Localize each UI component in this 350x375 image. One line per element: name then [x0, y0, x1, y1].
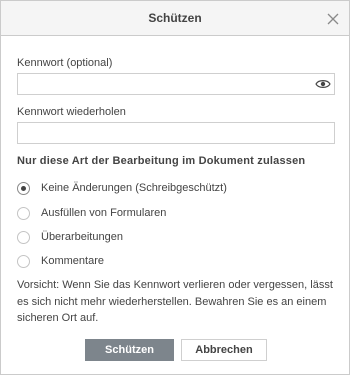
radio-label: Keine Änderungen (Schreibgeschützt) — [41, 182, 227, 194]
password-label: Kennwort (optional) — [17, 57, 113, 69]
radio-label: Überarbeitungen — [41, 231, 123, 243]
repeat-password-input[interactable] — [17, 122, 335, 144]
dialog-header: Schützen — [1, 1, 349, 36]
eye-icon[interactable] — [315, 78, 331, 90]
radio-option-fill-forms[interactable]: Ausfüllen von Formularen — [17, 205, 166, 221]
radio-option-revisions[interactable]: Überarbeitungen — [17, 229, 123, 245]
repeat-password-label: Kennwort wiederholen — [17, 106, 126, 118]
radio-label: Ausfüllen von Formularen — [41, 207, 167, 219]
close-icon[interactable] — [325, 11, 341, 27]
radio-button[interactable] — [17, 230, 30, 244]
dialog-title: Schützen — [148, 11, 202, 25]
protect-dialog: Schützen Kennwort (optional) Kennwort wi… — [0, 0, 350, 375]
cancel-button[interactable]: Abbrechen — [181, 339, 267, 361]
radio-label: Kommentare — [41, 255, 104, 267]
edit-restriction-heading: Nur diese Art der Bearbeitung im Dokumen… — [17, 155, 306, 167]
radio-option-comments[interactable]: Kommentare — [17, 253, 104, 269]
warning-text: Vorsicht: Wenn Sie das Kennwort verliere… — [17, 279, 333, 324]
radio-button[interactable] — [17, 181, 30, 195]
protect-button[interactable]: Schützen — [85, 339, 174, 361]
radio-button[interactable] — [17, 254, 30, 268]
radio-option-no-changes[interactable]: Keine Änderungen (Schreibgeschützt) — [17, 180, 227, 196]
password-input[interactable] — [17, 73, 335, 95]
radio-button[interactable] — [17, 206, 30, 220]
